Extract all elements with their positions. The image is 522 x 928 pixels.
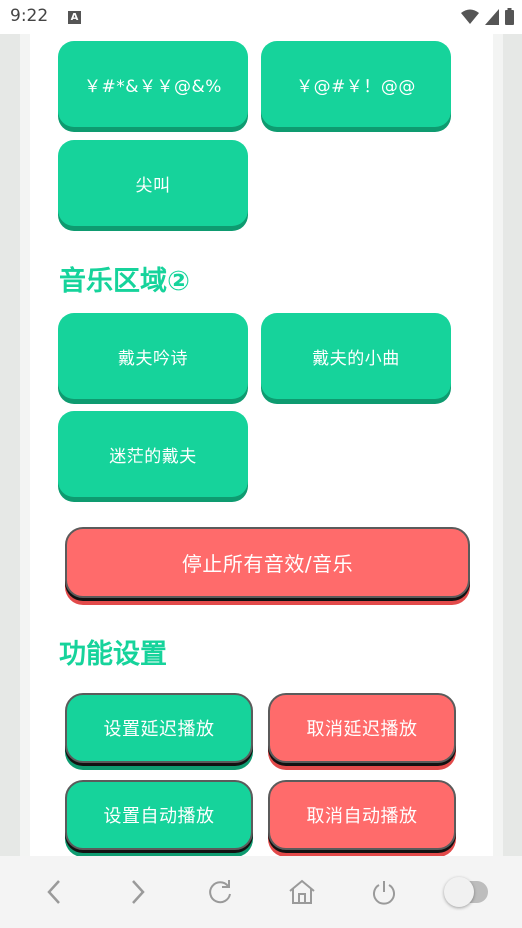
scream-button[interactable]: 尖叫 [58, 140, 248, 226]
wifi-icon [461, 9, 479, 24]
right-background [493, 34, 522, 856]
music-section-title: 音乐区域② [59, 266, 190, 297]
refresh-icon[interactable] [199, 871, 241, 913]
power-icon[interactable] [363, 871, 405, 913]
cancel-auto-button[interactable]: 取消自动播放 [268, 780, 456, 850]
sound-button-2[interactable]: ￥@#￥！@@ [261, 41, 451, 127]
cancel-delay-button[interactable]: 取消延迟播放 [268, 693, 456, 763]
set-auto-button[interactable]: 设置自动播放 [65, 780, 253, 850]
music-button-3[interactable]: 迷茫的戴夫 [58, 411, 248, 497]
music-button-1[interactable]: 戴夫吟诗 [58, 313, 248, 399]
back-icon[interactable] [34, 871, 76, 913]
forward-icon[interactable] [116, 871, 158, 913]
notification-icon: A [68, 11, 81, 24]
toggle-switch[interactable] [443, 871, 488, 913]
status-icons [461, 8, 514, 25]
home-icon[interactable] [281, 871, 323, 913]
status-bar: 9:22 A [0, 0, 522, 34]
settings-section-title: 功能设置 [59, 639, 167, 670]
left-background [0, 34, 30, 856]
bottom-navbar [0, 856, 522, 928]
music-button-2[interactable]: 戴夫的小曲 [261, 313, 451, 399]
status-time: 9:22 [10, 6, 49, 26]
set-delay-button[interactable]: 设置延迟播放 [65, 693, 253, 763]
signal-icon [485, 8, 499, 25]
battery-icon [505, 8, 514, 25]
stop-all-button[interactable]: 停止所有音效/音乐 [65, 527, 470, 598]
main-content[interactable]: ￥#*&￥￥@&% ￥@#￥！@@ 尖叫 音乐区域② 戴夫吟诗 戴夫的小曲 迷茫… [30, 34, 493, 856]
sound-button-1[interactable]: ￥#*&￥￥@&% [58, 41, 248, 127]
